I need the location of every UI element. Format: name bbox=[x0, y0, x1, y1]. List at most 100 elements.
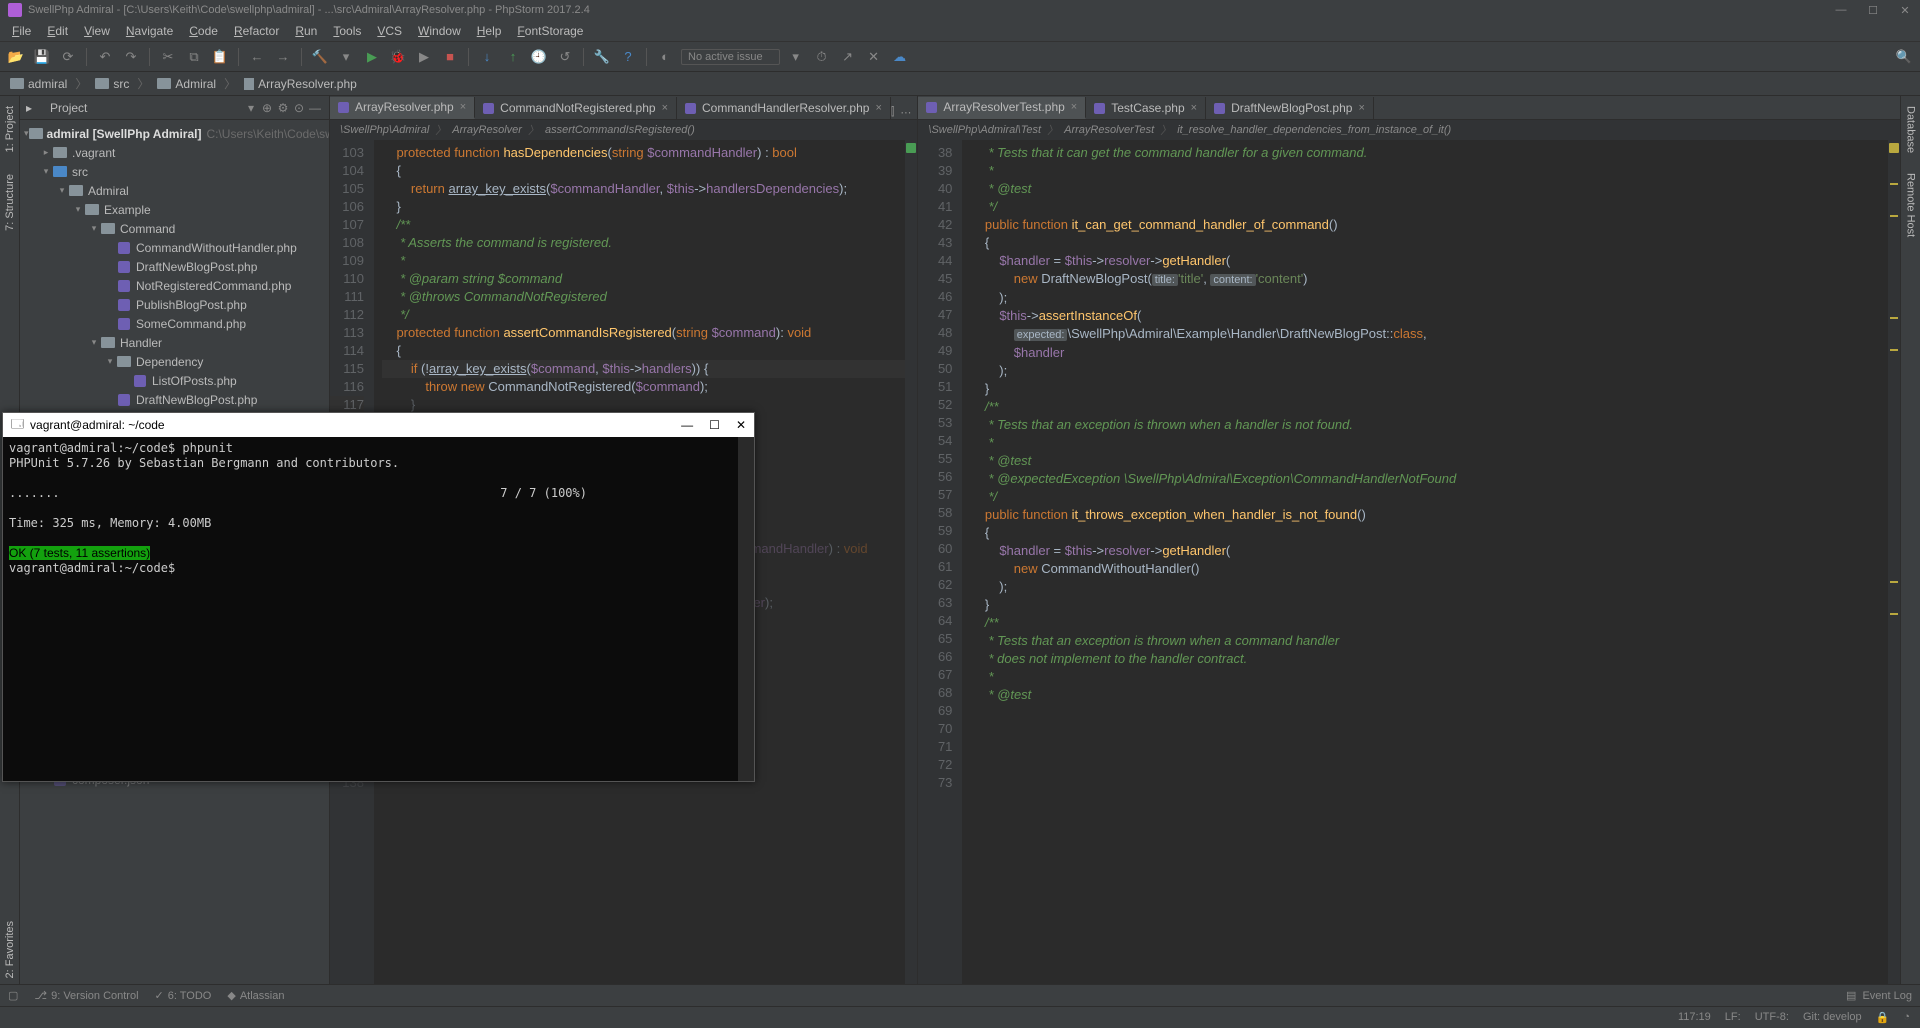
breadcrumb-item[interactable]: Admiral bbox=[153, 77, 220, 91]
code-breadcrumb[interactable]: \SwellPhp\Admiral\Test bbox=[928, 124, 1041, 136]
tree-item[interactable]: ListOfPosts.php bbox=[20, 371, 329, 390]
task-close-icon[interactable]: ✕ bbox=[864, 47, 884, 67]
task-more-icon[interactable]: ▾ bbox=[786, 47, 806, 67]
tree-item[interactable]: CommandWithoutHandler.php bbox=[20, 238, 329, 257]
structure-tool-tab[interactable]: 7: Structure bbox=[2, 168, 18, 237]
terminal-scrollbar[interactable] bbox=[738, 437, 754, 781]
maximize-button[interactable]: ☐ bbox=[1866, 4, 1880, 17]
tab-split-icon[interactable]: ⫿ bbox=[891, 106, 895, 119]
run-icon[interactable]: ▶ bbox=[362, 47, 382, 67]
help-icon[interactable]: ? bbox=[618, 47, 638, 67]
settings-icon[interactable]: 🔧 bbox=[592, 47, 612, 67]
editor-tab[interactable]: ArrayResolverTest.php× bbox=[918, 97, 1086, 119]
version-control-tab[interactable]: ⎇ 9: Version Control bbox=[34, 989, 138, 1002]
task-combo[interactable]: No active issue bbox=[681, 49, 780, 65]
tree-item[interactable]: ▾Admiral bbox=[20, 181, 329, 200]
tree-item[interactable]: ▾admiral [SwellPhp Admiral] C:\Users\Kei… bbox=[20, 124, 329, 143]
memory-indicator[interactable]: ◔ bbox=[1903, 1011, 1910, 1024]
project-pane-title[interactable]: Project bbox=[32, 101, 243, 115]
tree-item[interactable]: ▾Handler bbox=[20, 333, 329, 352]
tree-item[interactable]: ▾Example bbox=[20, 200, 329, 219]
back-icon[interactable]: ← bbox=[247, 47, 267, 67]
terminal-close-icon[interactable]: ✕ bbox=[736, 418, 746, 432]
collapse-all-icon[interactable]: ⊕ bbox=[259, 101, 275, 115]
tree-item[interactable]: PublishBlogPost.php bbox=[20, 295, 329, 314]
menu-view[interactable]: View bbox=[78, 22, 116, 40]
project-tool-tab[interactable]: 1: Project bbox=[2, 100, 18, 158]
tree-item[interactable]: NotRegisteredCommand.php bbox=[20, 276, 329, 295]
favorites-tool-tab[interactable]: 2: Favorites bbox=[2, 915, 18, 984]
terminal-body[interactable]: vagrant@admiral:~/code$ phpunit PHPUnit … bbox=[3, 437, 754, 781]
menu-run[interactable]: Run bbox=[289, 22, 323, 40]
vcs-commit-icon[interactable]: ↑ bbox=[503, 47, 523, 67]
stop-icon[interactable]: ■ bbox=[440, 47, 460, 67]
menu-edit[interactable]: Edit bbox=[41, 22, 74, 40]
tree-item[interactable]: SomeCommand.php bbox=[20, 314, 329, 333]
search-everywhere-icon[interactable]: 🔍 bbox=[1894, 47, 1914, 67]
editor-tab[interactable]: CommandNotRegistered.php× bbox=[475, 97, 677, 119]
vcs-update-icon[interactable]: ↓ bbox=[477, 47, 497, 67]
caret-position[interactable]: 117:19 bbox=[1678, 1011, 1711, 1024]
menu-help[interactable]: Help bbox=[471, 22, 508, 40]
task-time-icon[interactable]: ⏱ bbox=[812, 47, 832, 67]
editor-tab[interactable]: TestCase.php× bbox=[1086, 97, 1206, 119]
close-tab-icon[interactable]: × bbox=[875, 102, 881, 114]
vcs-history-icon[interactable]: 🕘 bbox=[529, 47, 549, 67]
copy-icon[interactable]: ⧉ bbox=[184, 47, 204, 67]
code-breadcrumb[interactable]: assertCommandIsRegistered() bbox=[545, 124, 695, 136]
task-cloud-icon[interactable]: ☁ bbox=[890, 47, 910, 67]
settings-gear-icon[interactable]: ⚙ bbox=[275, 101, 291, 115]
redo-icon[interactable]: ↷ bbox=[121, 47, 141, 67]
run-config-icon[interactable]: ▾ bbox=[336, 47, 356, 67]
remote-host-tool-tab[interactable]: Remote Host bbox=[1903, 167, 1919, 243]
tree-item[interactable]: DraftNewBlogPost.php bbox=[20, 257, 329, 276]
debug-icon[interactable]: 🐞 bbox=[388, 47, 408, 67]
open-icon[interactable]: 📂 bbox=[6, 47, 26, 67]
terminal-title-bar[interactable]: 🗔 vagrant@admiral: ~/code — ☐ ✕ bbox=[3, 413, 754, 437]
atlassian-tab[interactable]: ◆ Atlassian bbox=[227, 989, 284, 1002]
read-only-icon[interactable]: 🔒 bbox=[1876, 1011, 1890, 1024]
menu-refactor[interactable]: Refactor bbox=[228, 22, 285, 40]
close-tab-icon[interactable]: × bbox=[1071, 101, 1077, 113]
left-error-stripe[interactable] bbox=[905, 140, 917, 984]
right-code-lines[interactable]: * Tests that it can get the command hand… bbox=[962, 140, 1888, 984]
tab-more-icon[interactable]: ⋯ bbox=[900, 106, 911, 119]
undo-icon[interactable]: ↶ bbox=[95, 47, 115, 67]
tree-item[interactable]: ▾Command bbox=[20, 219, 329, 238]
minimize-button[interactable]: — bbox=[1834, 4, 1848, 17]
editor-tab[interactable]: DraftNewBlogPost.php× bbox=[1206, 97, 1374, 119]
close-tab-icon[interactable]: × bbox=[460, 101, 466, 113]
code-breadcrumb[interactable]: ArrayResolverTest bbox=[1064, 124, 1154, 136]
breadcrumb-item[interactable]: ArrayResolver.php bbox=[240, 77, 361, 91]
menu-code[interactable]: Code bbox=[183, 22, 224, 40]
code-breadcrumb[interactable]: ArrayResolver bbox=[452, 124, 522, 136]
forward-icon[interactable]: → bbox=[273, 47, 293, 67]
coverage-icon[interactable]: ▶ bbox=[414, 47, 434, 67]
git-branch[interactable]: Git: develop bbox=[1803, 1011, 1862, 1024]
save-icon[interactable]: 💾 bbox=[32, 47, 52, 67]
terminal-window[interactable]: 🗔 vagrant@admiral: ~/code — ☐ ✕ vagrant@… bbox=[2, 412, 755, 782]
tool-window-quick-access-icon[interactable]: ▢ bbox=[8, 989, 18, 1002]
right-code-area[interactable]: 3839404142434445464748495051525354555657… bbox=[918, 140, 1900, 984]
line-separator[interactable]: LF: bbox=[1725, 1011, 1741, 1024]
terminal-minimize-icon[interactable]: — bbox=[681, 418, 693, 432]
tree-item[interactable]: ▾src bbox=[20, 162, 329, 181]
database-tool-tab[interactable]: Database bbox=[1903, 100, 1919, 159]
terminal-maximize-icon[interactable]: ☐ bbox=[709, 418, 720, 432]
file-encoding[interactable]: UTF-8: bbox=[1755, 1011, 1789, 1024]
tree-item[interactable]: ▾Dependency bbox=[20, 352, 329, 371]
close-tab-icon[interactable]: × bbox=[1191, 102, 1197, 114]
editor-tab[interactable]: ArrayResolver.php× bbox=[330, 97, 475, 119]
task-open-icon[interactable]: ↗ bbox=[838, 47, 858, 67]
todo-tab[interactable]: ✓ 6: TODO bbox=[155, 989, 212, 1002]
editor-tab[interactable]: CommandHandlerResolver.php× bbox=[677, 97, 891, 119]
paste-icon[interactable]: 📋 bbox=[210, 47, 230, 67]
breadcrumb-item[interactable]: admiral bbox=[6, 77, 71, 91]
build-icon[interactable]: 🔨 bbox=[310, 47, 330, 67]
tasks-icon[interactable]: ◐ bbox=[655, 47, 675, 67]
project-pane-dropdown-icon[interactable]: ▾ bbox=[243, 101, 259, 115]
menu-navigate[interactable]: Navigate bbox=[120, 22, 179, 40]
sync-icon[interactable]: ⟳ bbox=[58, 47, 78, 67]
cut-icon[interactable]: ✂ bbox=[158, 47, 178, 67]
code-breadcrumb[interactable]: it_resolve_handler_dependencies_from_ins… bbox=[1177, 124, 1451, 136]
